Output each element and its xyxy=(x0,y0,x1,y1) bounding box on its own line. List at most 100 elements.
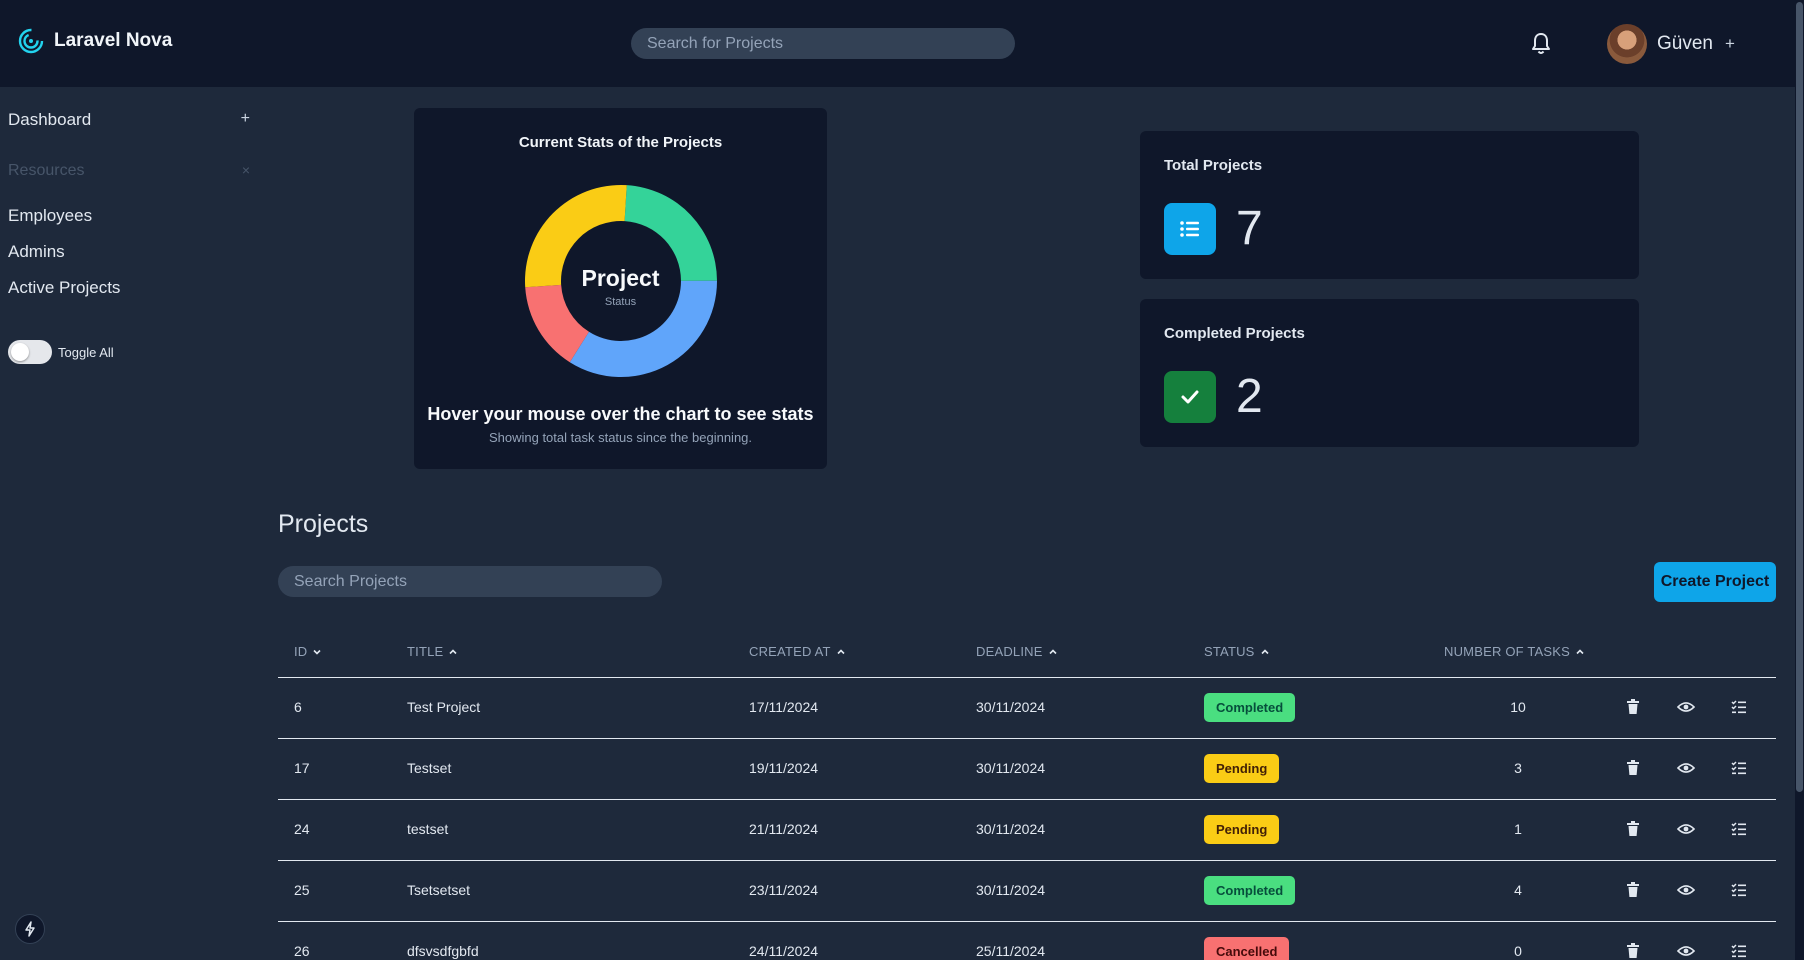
projects-heading: Projects xyxy=(278,510,369,538)
cell-id: 24 xyxy=(294,821,310,837)
global-search-input[interactable] xyxy=(631,28,1015,59)
trash-icon[interactable] xyxy=(1623,758,1643,778)
completed-projects-card: Completed Projects 2 xyxy=(1140,299,1639,447)
bolt-icon xyxy=(25,921,35,937)
cell-title: Tsetsetset xyxy=(407,882,471,898)
top-bar: Laravel Nova Güven + xyxy=(0,0,1795,88)
status-badge: Cancelled xyxy=(1204,937,1290,960)
chevron-up-icon xyxy=(449,648,457,654)
brand[interactable]: Laravel Nova xyxy=(18,28,172,54)
list-icon xyxy=(1164,203,1216,255)
column-status[interactable]: STATUS xyxy=(1204,644,1270,659)
column-deadline[interactable]: DEADLINE xyxy=(976,644,1058,659)
sidebar-item-admins[interactable]: Admins xyxy=(8,242,65,262)
table-row[interactable]: 17 Testset 19/11/2024 30/11/2024 Pending… xyxy=(278,739,1776,800)
checklist-icon[interactable] xyxy=(1729,880,1749,900)
projects-table: ID TITLE CREATED AT DEADLINE STATUS NUMB… xyxy=(278,630,1776,960)
projects-search-input[interactable] xyxy=(278,566,662,597)
cell-title: Test Project xyxy=(407,699,481,715)
sidebar: Dashboard + Resources × Employees Admins… xyxy=(0,88,258,960)
status-badge: Completed xyxy=(1204,876,1296,905)
resources-collapse-icon[interactable]: × xyxy=(242,162,250,180)
cell-created-at: 24/11/2024 xyxy=(749,943,819,959)
status-badge: Pending xyxy=(1204,754,1280,783)
checklist-icon[interactable] xyxy=(1729,758,1749,778)
chart-hover-hint: Hover your mouse over the chart to see s… xyxy=(427,404,814,424)
cell-created-at: 19/11/2024 xyxy=(749,760,819,776)
toggle-switch[interactable] xyxy=(8,340,52,364)
chart-title: Current Stats of the Projects xyxy=(518,134,723,151)
column-number-of-tasks[interactable]: NUMBER OF TASKS xyxy=(1444,644,1585,659)
cell-deadline: 30/11/2024 xyxy=(976,882,1046,898)
cell-title: Testset xyxy=(407,760,452,776)
eye-icon[interactable] xyxy=(1676,880,1696,900)
checklist-icon[interactable] xyxy=(1729,697,1749,717)
avatar xyxy=(1607,24,1647,64)
table-row[interactable]: 26 dfsvsdfgbfd 24/11/2024 25/11/2024 Can… xyxy=(278,922,1776,960)
chevron-down-icon xyxy=(313,649,321,655)
bell-icon[interactable] xyxy=(1530,32,1552,56)
bolt-button[interactable] xyxy=(15,914,45,944)
chevron-up-icon xyxy=(1049,648,1057,654)
eye-icon[interactable] xyxy=(1676,758,1696,778)
chevron-up-icon xyxy=(1260,648,1269,654)
column-title[interactable]: TITLE xyxy=(407,644,458,659)
cell-deadline: 25/11/2024 xyxy=(976,943,1046,959)
cell-id: 26 xyxy=(294,943,310,959)
checklist-icon[interactable] xyxy=(1729,941,1749,960)
cell-title: dfsvsdfgbfd xyxy=(407,943,479,959)
cell-task-count: 10 xyxy=(1510,699,1526,715)
column-id[interactable]: ID xyxy=(294,644,322,659)
project-stats-card: Current Stats of the Projects Project St… xyxy=(414,108,827,469)
completed-projects-value: 2 xyxy=(1236,370,1263,423)
cell-created-at: 21/11/2024 xyxy=(749,821,819,837)
trash-icon[interactable] xyxy=(1623,697,1643,717)
total-projects-label: Total Projects xyxy=(1164,157,1263,174)
total-projects-card: Total Projects 7 xyxy=(1140,131,1639,279)
brand-name: Laravel Nova xyxy=(54,30,173,51)
user-menu-plus: + xyxy=(1724,34,1735,53)
create-project-button[interactable]: Create Project xyxy=(1654,562,1776,602)
sidebar-resources-label: Resources xyxy=(8,162,85,179)
sidebar-item-employees[interactable]: Employees xyxy=(8,206,92,226)
column-created-at[interactable]: CREATED AT xyxy=(749,644,846,659)
scrollbar-thumb[interactable] xyxy=(1796,2,1803,792)
cell-task-count: 0 xyxy=(1514,943,1522,959)
nova-swirl-icon xyxy=(18,28,44,54)
toggle-all[interactable]: Toggle All xyxy=(8,340,114,364)
cell-task-count: 1 xyxy=(1514,821,1522,837)
checklist-icon[interactable] xyxy=(1729,819,1749,839)
trash-icon[interactable] xyxy=(1623,819,1643,839)
chart-description: Showing total task status since the begi… xyxy=(488,430,753,445)
trash-icon[interactable] xyxy=(1623,880,1643,900)
eye-icon[interactable] xyxy=(1676,819,1696,839)
sidebar-section-resources[interactable]: Resources × xyxy=(8,162,250,180)
eye-icon[interactable] xyxy=(1676,697,1696,717)
dashboard-expand-icon[interactable]: + xyxy=(241,110,250,130)
table-row[interactable]: 25 Tsetsetset 23/11/2024 30/11/2024 Comp… xyxy=(278,861,1776,922)
donut-center-subtitle: Status xyxy=(604,296,637,308)
total-projects-value: 7 xyxy=(1236,202,1263,255)
cell-title: testset xyxy=(407,821,449,837)
table-row[interactable]: 6 Test Project 17/11/2024 30/11/2024 Com… xyxy=(278,678,1776,739)
cell-id: 25 xyxy=(294,882,310,898)
cell-id: 6 xyxy=(294,699,302,715)
sidebar-item-active-projects[interactable]: Active Projects xyxy=(8,278,120,298)
toggle-all-label: Toggle All xyxy=(58,344,114,360)
donut-center-title: Project xyxy=(581,265,660,291)
table-header: ID TITLE CREATED AT DEADLINE STATUS NUMB… xyxy=(278,630,1776,678)
user-menu[interactable]: Güven + xyxy=(1607,24,1735,64)
page-scrollbar[interactable] xyxy=(1795,0,1804,960)
user-name: Güven xyxy=(1657,33,1713,54)
cell-created-at: 23/11/2024 xyxy=(749,882,819,898)
sidebar-dashboard-label: Dashboard xyxy=(8,110,92,129)
cell-created-at: 17/11/2024 xyxy=(749,699,819,715)
cell-id: 17 xyxy=(294,760,310,776)
table-row[interactable]: 24 testset 21/11/2024 30/11/2024 Pending… xyxy=(278,800,1776,861)
trash-icon[interactable] xyxy=(1623,941,1643,960)
chevron-up-icon xyxy=(1576,648,1584,654)
eye-icon[interactable] xyxy=(1676,941,1696,960)
status-badge: Completed xyxy=(1204,693,1296,722)
cell-deadline: 30/11/2024 xyxy=(976,760,1046,776)
sidebar-item-dashboard[interactable]: Dashboard + xyxy=(8,110,250,130)
